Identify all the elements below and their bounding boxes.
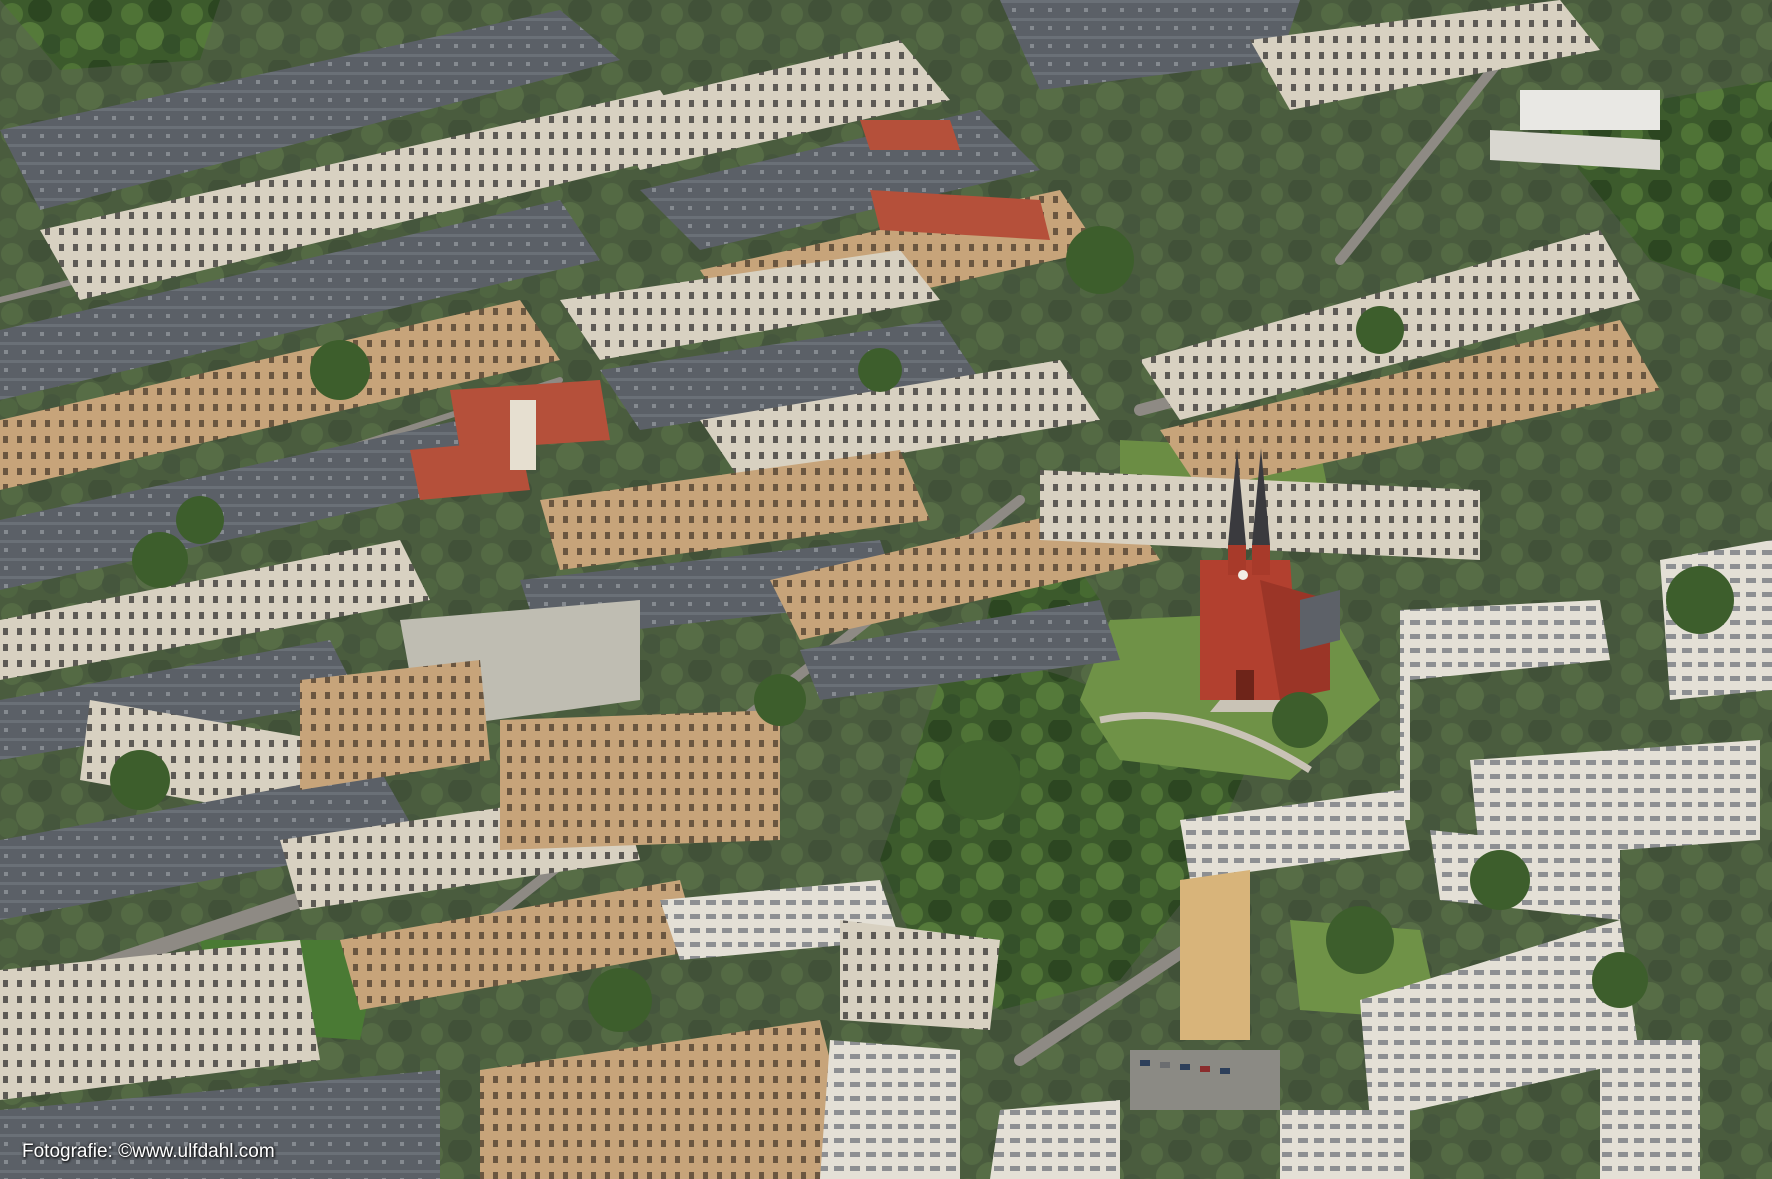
aerial-city-photo: [0, 0, 1772, 1179]
parking-lot: [1130, 1050, 1280, 1110]
photo-credit: Fotografie: ©www.ulfdahl.com: [22, 1141, 275, 1162]
